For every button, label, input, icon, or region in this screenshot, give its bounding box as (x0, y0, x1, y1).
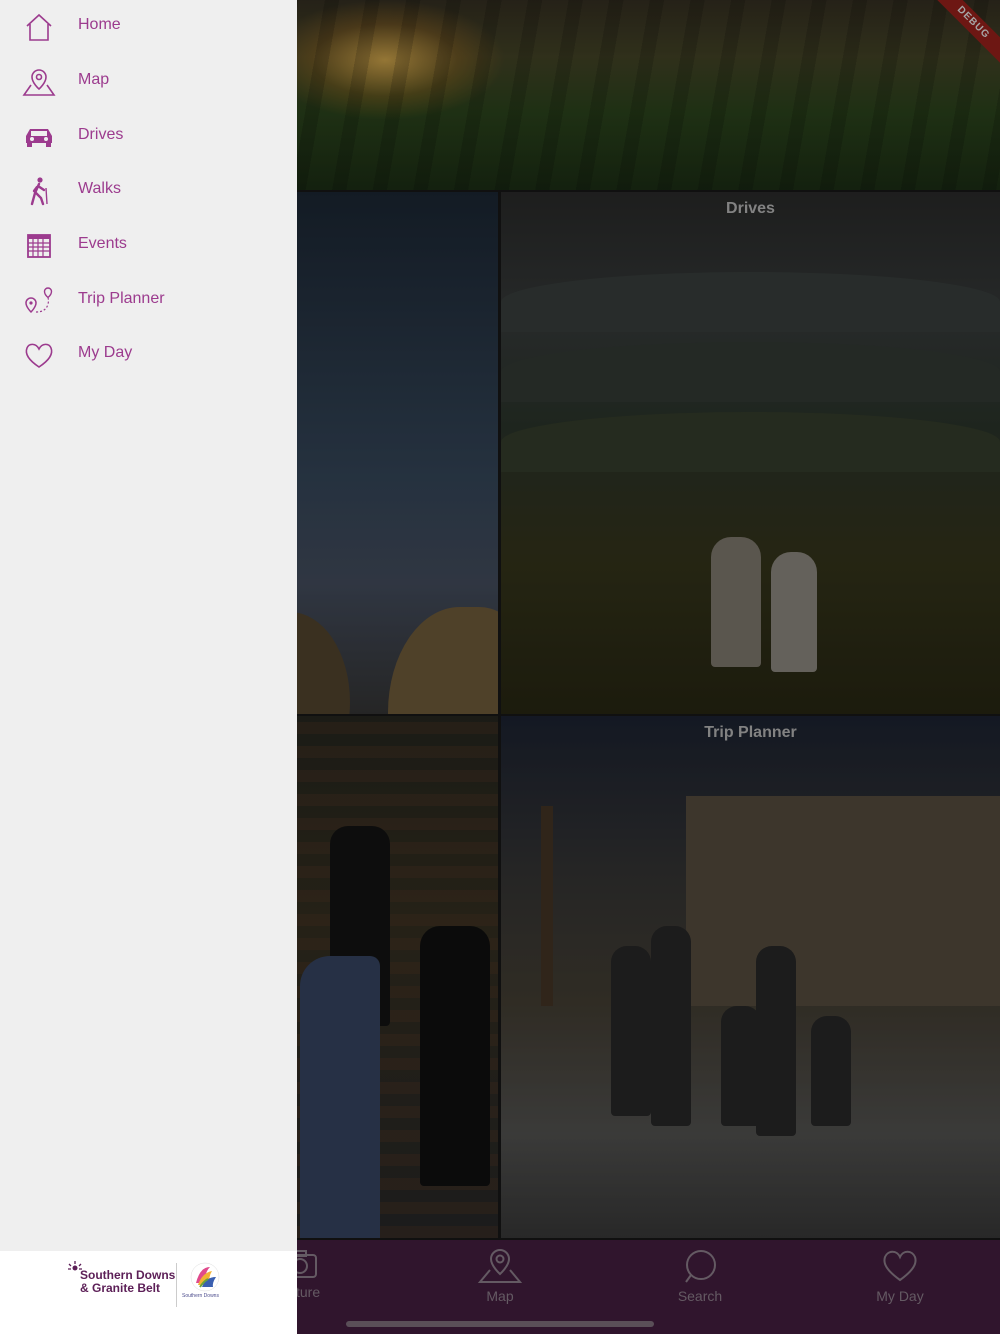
person (711, 537, 761, 667)
home-icon (26, 13, 52, 41)
navigation-drawer: Home Map Drives Walks Events Trip Planne… (0, 0, 297, 1334)
car-icon (26, 129, 52, 147)
logo-line-2: & Granite Belt (80, 1281, 161, 1295)
drawer-item-map[interactable]: Map (0, 55, 297, 109)
drawer-item-label: Events (78, 235, 127, 252)
person (420, 926, 490, 1186)
map-pin-icon (477, 1248, 523, 1283)
person (756, 946, 796, 1136)
tile-drives[interactable]: Drives (501, 192, 1000, 714)
drawer-item-my-day[interactable]: My Day (0, 328, 297, 382)
logo-divider (176, 1263, 177, 1307)
drawer-item-label: Trip Planner (78, 290, 165, 307)
heart-icon (883, 1250, 917, 1282)
calendar-icon (27, 234, 51, 258)
council-logo-icon (190, 1262, 220, 1292)
drawer-item-events[interactable]: Events (0, 219, 297, 273)
tab-search[interactable]: Search (640, 1240, 760, 1334)
drawer-item-walks[interactable]: Walks (0, 164, 297, 218)
tab-map[interactable]: Map (440, 1240, 560, 1334)
mountain-ridge (501, 412, 1000, 472)
mountain-ridge (501, 272, 1000, 332)
person (771, 552, 817, 672)
person (721, 1006, 761, 1126)
person (300, 956, 380, 1238)
drawer-footer: Southern Downs & Granite Belt Southern D… (0, 1251, 297, 1334)
map-icon (22, 69, 56, 96)
drawer-item-label: My Day (78, 344, 133, 361)
heart-icon (25, 343, 53, 368)
mountain-ridge (501, 342, 1000, 402)
drawer-item-home[interactable]: Home (0, 0, 297, 54)
council-logo-text: Southern Downs (182, 1293, 219, 1299)
tile-trip-planner[interactable]: Trip Planner (501, 716, 1000, 1238)
tab-label: Search (677, 1288, 723, 1304)
drawer-item-label: Walks (78, 180, 121, 197)
walker-icon (30, 177, 48, 206)
tab-label: My Day (876, 1288, 924, 1304)
boulder (388, 607, 498, 714)
drawer-item-trip-planner[interactable]: Trip Planner (0, 274, 297, 328)
person (651, 926, 691, 1126)
home-indicator (346, 1321, 654, 1327)
route-icon (25, 287, 53, 314)
drawer-item-drives[interactable]: Drives (0, 110, 297, 164)
drawer-item-label: Map (78, 71, 110, 88)
person (611, 946, 651, 1116)
tile-title-trip-planner: Trip Planner (704, 724, 797, 741)
region-logo: Southern Downs & Granite Belt (80, 1269, 175, 1295)
search-icon (685, 1250, 716, 1283)
tile-title-drives: Drives (726, 200, 775, 217)
drawer-item-label: Drives (78, 126, 124, 143)
tab-label: Map (486, 1288, 514, 1304)
palm-tree (541, 806, 553, 1006)
tab-my-day[interactable]: My Day (840, 1240, 960, 1334)
drawer-item-label: Home (78, 16, 121, 33)
heritage-building (686, 796, 1000, 1006)
person (811, 1016, 851, 1126)
